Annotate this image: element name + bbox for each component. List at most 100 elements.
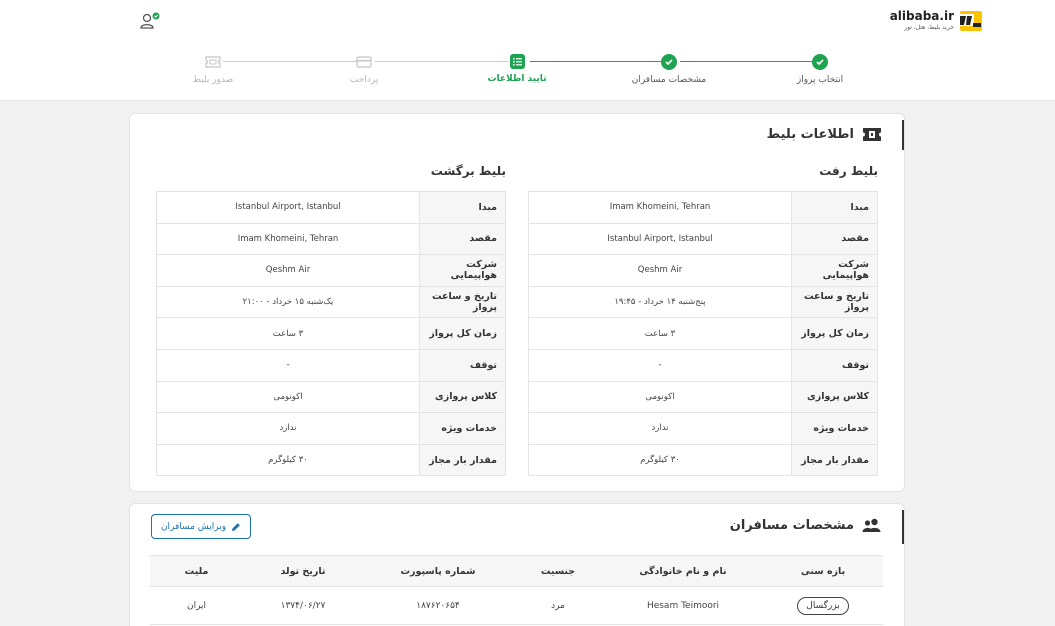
outbound-title: بلیط رفت [819, 164, 878, 178]
age-range-cell: بزرگسال [763, 586, 883, 625]
column-header: بازه سنی [763, 555, 883, 587]
step-issue-ticket: صدور بلیط [158, 54, 268, 85]
table-row: شرکت هواپیمایی Qeshm Air [528, 254, 878, 287]
passenger-gender: مرد [513, 586, 603, 625]
table-row: کلاس پروازی اکونومی [156, 380, 506, 414]
field-label: خدمات ویژه [791, 412, 878, 445]
passenger-birthdate: ۱۳۷۴/۰۶/۲۷ [243, 586, 363, 625]
field-label: شرکت هواپیمایی [419, 254, 506, 287]
field-value: ۳۰ کیلوگرم [528, 443, 792, 477]
passenger-passport: ۱۸۷۶۲۰۶۵۴ [363, 586, 513, 625]
field-label: تاریخ و ساعت پرواز [791, 285, 878, 319]
booking-stepper: انتخاب پرواز مشخصات مسافران تایید اطلاعا… [0, 52, 1055, 92]
age-range-badge: بزرگسال [797, 596, 849, 615]
passengers-card: مشخصات مسافران ویرایش مسافران بازه سنی ن… [129, 503, 905, 626]
table-row: زمان کل پرواز ۳ ساعت [528, 317, 878, 350]
table-row: بزرگسال Hesam Teimoori مرد ۱۸۷۶۲۰۶۵۴ ۱۳۷… [150, 586, 883, 625]
field-value: ۳ ساعت [528, 317, 792, 350]
outbound-table: مبدا Imam Khomeini, Tehran مقصد Istanbul A… [528, 191, 878, 477]
step-review: تایید اطلاعات [462, 54, 572, 84]
table-row: تاریخ و ساعت پرواز پنج‌شنبه ۱۴ خرداد - ۱۹… [528, 285, 878, 319]
column-header: جنسیت [513, 555, 603, 587]
field-value: - [156, 348, 420, 382]
table-row: مقدار بار مجاز ۳۰ کیلوگرم [528, 443, 878, 477]
field-value: اکونومی [156, 380, 420, 414]
field-label: توقف [419, 348, 506, 382]
passengers-title: مشخصات مسافران [729, 518, 854, 533]
table-row: شرکت هواپیمایی Qeshm Air [156, 254, 506, 287]
table-row: زمان کل پرواز ۳ ساعت [156, 317, 506, 350]
passenger-nationality: ایران [150, 586, 243, 625]
site-header: alibaba.ir خرید بلیط، هتل، تور انتخاب پر… [0, 0, 1055, 101]
table-row: تاریخ و ساعت پرواز یک‌شنبه ۱۵ خرداد - ۲۱:… [156, 285, 506, 319]
field-label: زمان کل پرواز [791, 317, 878, 350]
table-header-row: بازه سنی نام و نام خانوادگی جنسیت شماره … [150, 555, 883, 587]
passengers-table: بازه سنی نام و نام خانوادگی جنسیت شماره … [150, 555, 883, 625]
field-label: کلاس پروازی [791, 380, 878, 414]
field-value: ۳۰ کیلوگرم [156, 443, 420, 477]
card-accent-bar [902, 120, 904, 150]
ticket-info-heading: اطلاعات بلیط [767, 127, 882, 142]
table-row: کلاس پروازی اکونومی [528, 380, 878, 414]
table-row: توقف - [528, 348, 878, 382]
passengers-heading: مشخصات مسافران [730, 518, 882, 533]
check-icon [661, 54, 677, 70]
field-label: توقف [791, 348, 878, 382]
edit-passengers-button[interactable]: ویرایش مسافران [151, 514, 251, 539]
step-label: تایید اطلاعات [487, 74, 547, 84]
users-icon [862, 518, 881, 532]
field-value: - [528, 348, 792, 382]
field-label: مقدار بار مجاز [791, 443, 878, 477]
step-select-flight: انتخاب پرواز [765, 54, 875, 85]
field-label: شرکت هواپیمایی [791, 254, 878, 287]
ticket-icon [863, 128, 881, 141]
table-row: خدمات ویژه ندارد [528, 412, 878, 445]
field-value: ندارد [156, 412, 420, 445]
list-check-icon [509, 54, 525, 69]
field-value: یک‌شنبه ۱۵ خرداد - ۲۱:۰۰ [156, 285, 420, 319]
table-row: خدمات ویژه ندارد [156, 412, 506, 445]
pencil-icon [232, 522, 240, 531]
field-label: مبدا [791, 191, 878, 224]
column-header: تاریخ تولد [243, 555, 363, 587]
ticket-info-card: اطلاعات بلیط بلیط رفت بلیط برگشت مبدا Ima… [129, 113, 905, 492]
field-label: مبدا [419, 191, 506, 224]
field-value: اکونومی [528, 380, 792, 414]
field-label: تاریخ و ساعت پرواز [419, 285, 506, 319]
brand-logo[interactable]: alibaba.ir خرید بلیط، هتل، تور [890, 8, 985, 36]
user-account-icon[interactable] [139, 12, 161, 30]
return-title: بلیط برگشت [430, 164, 506, 178]
field-label: مقصد [791, 222, 878, 256]
step-payment: پرداخت [309, 54, 419, 85]
field-value: Istanbul Airport, Istanbul [528, 222, 792, 256]
check-icon [812, 54, 828, 70]
column-header: نام و نام خانوادگی [603, 555, 763, 587]
brand-tagline: خرید بلیط، هتل، تور [904, 24, 954, 31]
return-table: مبدا Istanbul Airport, Istanbul مقصد Imam … [156, 191, 506, 477]
step-label: پرداخت [349, 75, 379, 85]
step-label: مشخصات مسافران [631, 75, 707, 85]
edit-passengers-label: ویرایش مسافران [160, 521, 227, 532]
table-row: مبدا Imam Khomeini, Tehran [528, 191, 878, 224]
table-row: مقصد Imam Khomeini, Tehran [156, 222, 506, 256]
field-value: Istanbul Airport, Istanbul [156, 191, 420, 224]
table-row: مقدار بار مجاز ۳۰ کیلوگرم [156, 443, 506, 477]
field-value: Imam Khomeini, Tehran [156, 222, 420, 256]
column-header: شماره پاسپورت [363, 555, 513, 587]
field-value: Qeshm Air [156, 254, 420, 287]
field-value: Imam Khomeini, Tehran [528, 191, 792, 224]
field-value: Qeshm Air [528, 254, 792, 287]
table-row: توقف - [156, 348, 506, 382]
column-header: ملیت [150, 555, 243, 587]
field-label: مقدار بار مجاز [419, 443, 506, 477]
field-label: کلاس پروازی [419, 380, 506, 414]
card-accent-bar [902, 510, 904, 544]
step-label: صدور بلیط [192, 75, 234, 85]
step-passengers: مشخصات مسافران [614, 54, 724, 85]
field-label: زمان کل پرواز [419, 317, 506, 350]
alibaba-logo-icon [958, 11, 982, 31]
field-label: خدمات ویژه [419, 412, 506, 445]
passenger-name: Hesam Teimoori [603, 586, 763, 625]
step-label: انتخاب پرواز [796, 75, 844, 85]
ticket-info-title: اطلاعات بلیط [766, 127, 854, 142]
